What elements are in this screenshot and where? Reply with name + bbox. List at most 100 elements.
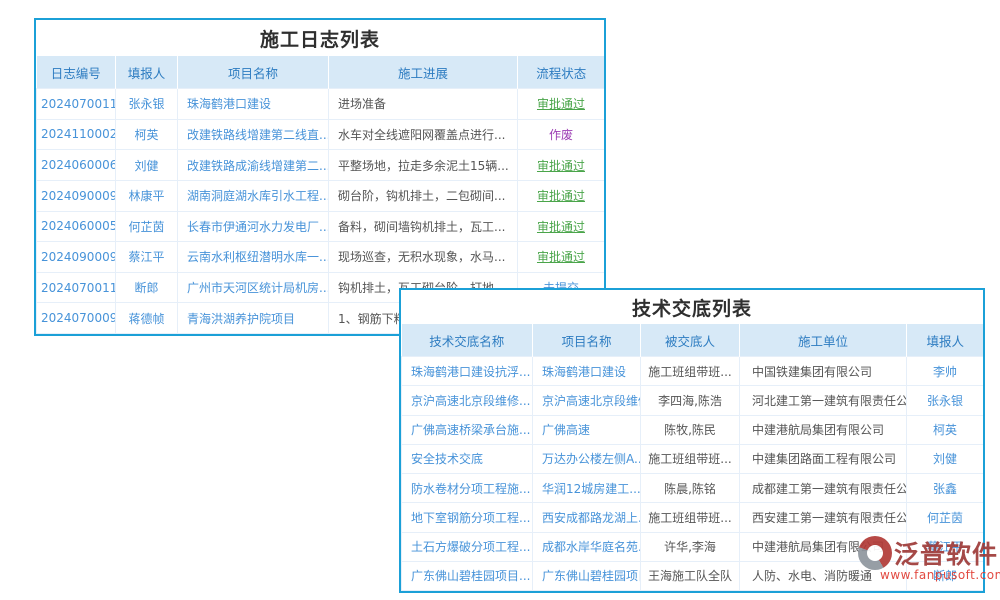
- cell-name[interactable]: 安全技术交底: [402, 444, 533, 473]
- cell-status[interactable]: 审批通过: [518, 211, 605, 242]
- cell-id[interactable]: 2024060006: [37, 150, 116, 181]
- cell-project[interactable]: 广州市天河区统计局机房...: [178, 272, 329, 303]
- table-row: 安全技术交底万达办公楼左侧A...施工班组带班...中建集团路面工程有限公司刘健: [402, 444, 984, 473]
- cell-name[interactable]: 广东佛山碧桂园项目...: [402, 561, 533, 590]
- column-header-reporter: 填报人: [116, 56, 178, 89]
- cell-name[interactable]: 京沪高速北京段维修...: [402, 386, 533, 415]
- cell-receiver: 王海施工队全队: [641, 561, 740, 590]
- cell-receiver: 陈牧,陈民: [641, 415, 740, 444]
- fanpu-watermark: 泛普软件 www.fanpusoft.com: [858, 535, 1000, 582]
- tech-disclosure-title: 技术交底列表: [401, 290, 983, 324]
- column-header-project: 项目名称: [178, 56, 329, 89]
- cell-status[interactable]: 审批通过: [518, 180, 605, 211]
- cell-receiver: 施工班组带班...: [641, 357, 740, 386]
- cell-status[interactable]: 审批通过: [518, 150, 605, 181]
- cell-name[interactable]: 土石方爆破分项工程...: [402, 532, 533, 561]
- cell-reporter[interactable]: 刘健: [907, 444, 984, 473]
- cell-project[interactable]: 长春市伊通河水力发电厂...: [178, 211, 329, 242]
- cell-project[interactable]: 改建铁路线增建第二线直...: [178, 119, 329, 150]
- column-header-project: 项目名称: [533, 324, 641, 357]
- table-row: 京沪高速北京段维修...京沪高速北京段维修李四海,陈浩河北建工第一建筑有限责任公…: [402, 386, 984, 415]
- column-header-receiver: 被交底人: [641, 324, 740, 357]
- cell-project[interactable]: 成都水岸华庭名苑...: [533, 532, 641, 561]
- cell-name[interactable]: 广佛高速桥梁承台施...: [402, 415, 533, 444]
- cell-progress: 备料，砌间墙钩机排土，瓦工...: [329, 211, 518, 242]
- cell-name[interactable]: 防水卷材分项工程施...: [402, 474, 533, 503]
- tech-disclosure-header-row: 技术交底名称 项目名称 被交底人 施工单位 填报人: [402, 324, 984, 357]
- cell-reporter[interactable]: 何芷茵: [907, 503, 984, 532]
- cell-receiver: 李四海,陈浩: [641, 386, 740, 415]
- table-row: 2024070011张永银珠海鹤港口建设进场准备审批通过: [37, 89, 605, 120]
- table-row: 防水卷材分项工程施...华润12城房建工...陈晨,陈铭成都建工第一建筑有限责任…: [402, 474, 984, 503]
- cell-receiver: 施工班组带班...: [641, 444, 740, 473]
- cell-reporter[interactable]: 蔡江平: [116, 242, 178, 273]
- cell-project[interactable]: 青海洪湖养护院项目: [178, 303, 329, 334]
- cell-id[interactable]: 2024110002: [37, 119, 116, 150]
- cell-reporter[interactable]: 断郎: [116, 272, 178, 303]
- cell-progress: 进场准备: [329, 89, 518, 120]
- cell-project[interactable]: 珠海鹤港口建设: [178, 89, 329, 120]
- cell-project[interactable]: 万达办公楼左侧A...: [533, 444, 641, 473]
- table-row: 珠海鹤港口建设抗浮...珠海鹤港口建设施工班组带班...中国铁建集团有限公司李帅: [402, 357, 984, 386]
- cell-reporter[interactable]: 蒋德帧: [116, 303, 178, 334]
- table-row: 广佛高速桥梁承台施...广佛高速陈牧,陈民中建港航局集团有限公司柯英: [402, 415, 984, 444]
- cell-project[interactable]: 云南水利枢纽潜明水库一...: [178, 242, 329, 273]
- cell-status[interactable]: 审批通过: [518, 242, 605, 273]
- cell-reporter[interactable]: 张鑫: [907, 474, 984, 503]
- cell-reporter[interactable]: 刘健: [116, 150, 178, 181]
- cell-project[interactable]: 西安成都路龙湖上...: [533, 503, 641, 532]
- cell-reporter[interactable]: 林康平: [116, 180, 178, 211]
- cell-progress: 现场巡查，无积水现象，水马...: [329, 242, 518, 273]
- fanpu-logo-url: www.fanpusoft.com: [880, 568, 1000, 582]
- cell-unit: 河北建工第一建筑有限责任公司: [740, 386, 907, 415]
- table-row: 2024110002柯英改建铁路线增建第二线直...水车对全线遮阳网覆盖点进行.…: [37, 119, 605, 150]
- fanpu-logo-row: 泛普软件: [858, 535, 1000, 571]
- cell-progress: 砌台阶，钩机排土，二包砌间...: [329, 180, 518, 211]
- table-row: 2024090009蔡江平云南水利枢纽潜明水库一...现场巡查，无积水现象，水马…: [37, 242, 605, 273]
- cell-receiver: 许华,李海: [641, 532, 740, 561]
- cell-receiver: 施工班组带班...: [641, 503, 740, 532]
- cell-project[interactable]: 华润12城房建工...: [533, 474, 641, 503]
- cell-unit: 中建集团路面工程有限公司: [740, 444, 907, 473]
- cell-progress: 平整场地，拉走多余泥土15辆...: [329, 150, 518, 181]
- column-header-progress: 施工进展: [329, 56, 518, 89]
- cell-id[interactable]: 2024070011: [37, 272, 116, 303]
- cell-id[interactable]: 2024090009: [37, 242, 116, 273]
- cell-name[interactable]: 珠海鹤港口建设抗浮...: [402, 357, 533, 386]
- cell-project[interactable]: 改建铁路成渝线增建第二...: [178, 150, 329, 181]
- column-header-disclosure-name: 技术交底名称: [402, 324, 533, 357]
- table-row: 地下室钢筋分项工程...西安成都路龙湖上...施工班组带班...西安建工第一建筑…: [402, 503, 984, 532]
- fanpu-logo-text: 泛普软件: [894, 535, 998, 571]
- cell-project[interactable]: 珠海鹤港口建设: [533, 357, 641, 386]
- cell-id[interactable]: 2024090009: [37, 180, 116, 211]
- fanpu-swirl-icon: [858, 536, 892, 570]
- cell-receiver: 陈晨,陈铭: [641, 474, 740, 503]
- cell-id[interactable]: 2024070009: [37, 303, 116, 334]
- cell-reporter[interactable]: 张永银: [907, 386, 984, 415]
- cell-unit: 中国铁建集团有限公司: [740, 357, 907, 386]
- cell-status[interactable]: 审批通过: [518, 89, 605, 120]
- cell-progress: 水车对全线遮阳网覆盖点进行...: [329, 119, 518, 150]
- cell-unit: 中建港航局集团有限公司: [740, 415, 907, 444]
- column-header-unit: 施工单位: [740, 324, 907, 357]
- column-header-reporter: 填报人: [907, 324, 984, 357]
- cell-project[interactable]: 京沪高速北京段维修: [533, 386, 641, 415]
- column-header-status: 流程状态: [518, 56, 605, 89]
- cell-project[interactable]: 广佛高速: [533, 415, 641, 444]
- cell-reporter[interactable]: 何芷茵: [116, 211, 178, 242]
- cell-reporter[interactable]: 张永银: [116, 89, 178, 120]
- construction-log-header-row: 日志编号 填报人 项目名称 施工进展 流程状态: [37, 56, 605, 89]
- construction-log-title: 施工日志列表: [36, 20, 604, 56]
- table-row: 2024060005何芷茵长春市伊通河水力发电厂...备料，砌间墙钩机排土，瓦工…: [37, 211, 605, 242]
- column-header-log-id: 日志编号: [37, 56, 116, 89]
- cell-id[interactable]: 2024060005: [37, 211, 116, 242]
- cell-id[interactable]: 2024070011: [37, 89, 116, 120]
- cell-reporter[interactable]: 李帅: [907, 357, 984, 386]
- cell-reporter[interactable]: 柯英: [907, 415, 984, 444]
- cell-project[interactable]: 广东佛山碧桂园项目: [533, 561, 641, 590]
- table-row: 2024090009林康平湖南洞庭湖水库引水工程...砌台阶，钩机排土，二包砌间…: [37, 180, 605, 211]
- cell-status[interactable]: 作废: [518, 119, 605, 150]
- cell-project[interactable]: 湖南洞庭湖水库引水工程...: [178, 180, 329, 211]
- cell-name[interactable]: 地下室钢筋分项工程...: [402, 503, 533, 532]
- cell-reporter[interactable]: 柯英: [116, 119, 178, 150]
